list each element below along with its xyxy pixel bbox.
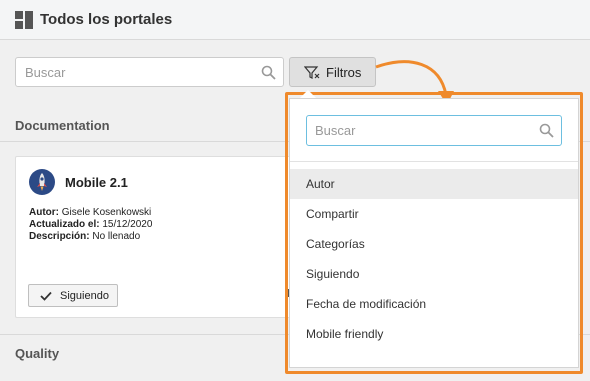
description-label: Descripción: (29, 231, 90, 242)
filter-option-autor[interactable]: Autor (290, 169, 578, 199)
card-description: Descripción: No llenado (29, 231, 140, 242)
filters-button-label: Filtros (326, 65, 362, 80)
card-updated: Actualizado el: 15/12/2020 (29, 219, 152, 230)
rocket-icon (29, 169, 55, 195)
following-button[interactable]: Siguiendo (28, 284, 118, 307)
filter-option-siguiendo[interactable]: Siguiendo (290, 259, 578, 289)
filter-option-fecha-modificacion[interactable]: Fecha de modificación (290, 289, 578, 319)
dropdown-search-input[interactable]: Buscar (306, 115, 562, 146)
card-author: Autor: Gisele Kosenkowski (29, 207, 151, 218)
updated-label: Actualizado el: (29, 219, 100, 230)
filters-dropdown: Buscar Autor Compartir Categorías Siguie… (289, 98, 579, 368)
filter-icon (304, 66, 320, 79)
filters-button[interactable]: Filtros (289, 57, 376, 87)
following-button-label: Siguiendo (60, 290, 109, 302)
filter-option-mobile-friendly[interactable]: Mobile friendly (290, 319, 578, 349)
card-title: Mobile 2.1 (65, 175, 128, 190)
search-icon (261, 65, 276, 80)
grid-icon (15, 11, 33, 29)
search-placeholder: Buscar (25, 65, 66, 80)
section-title-quality: Quality (15, 346, 60, 361)
top-bar: Todos los portales (0, 0, 590, 40)
dropdown-search-placeholder: Buscar (315, 123, 356, 138)
description-value: No llenado (92, 231, 141, 242)
portal-card[interactable]: Mobile 2.1 Autor: Gisele Kosenkowski Act… (15, 156, 305, 318)
dropdown-caret (300, 90, 316, 98)
section-title-documentation: Documentation (15, 118, 110, 133)
updated-value: 15/12/2020 (102, 219, 153, 230)
dropdown-divider (290, 161, 578, 162)
search-icon (539, 123, 554, 138)
author-label: Autor: (29, 207, 59, 218)
page-title: Todos los portales (40, 11, 173, 28)
author-value: Gisele Kosenkowski (61, 207, 152, 218)
filter-option-categorias[interactable]: Categorías (290, 229, 578, 259)
search-input[interactable]: Buscar (15, 57, 284, 87)
check-icon (40, 291, 52, 301)
filter-option-compartir[interactable]: Compartir (290, 199, 578, 229)
